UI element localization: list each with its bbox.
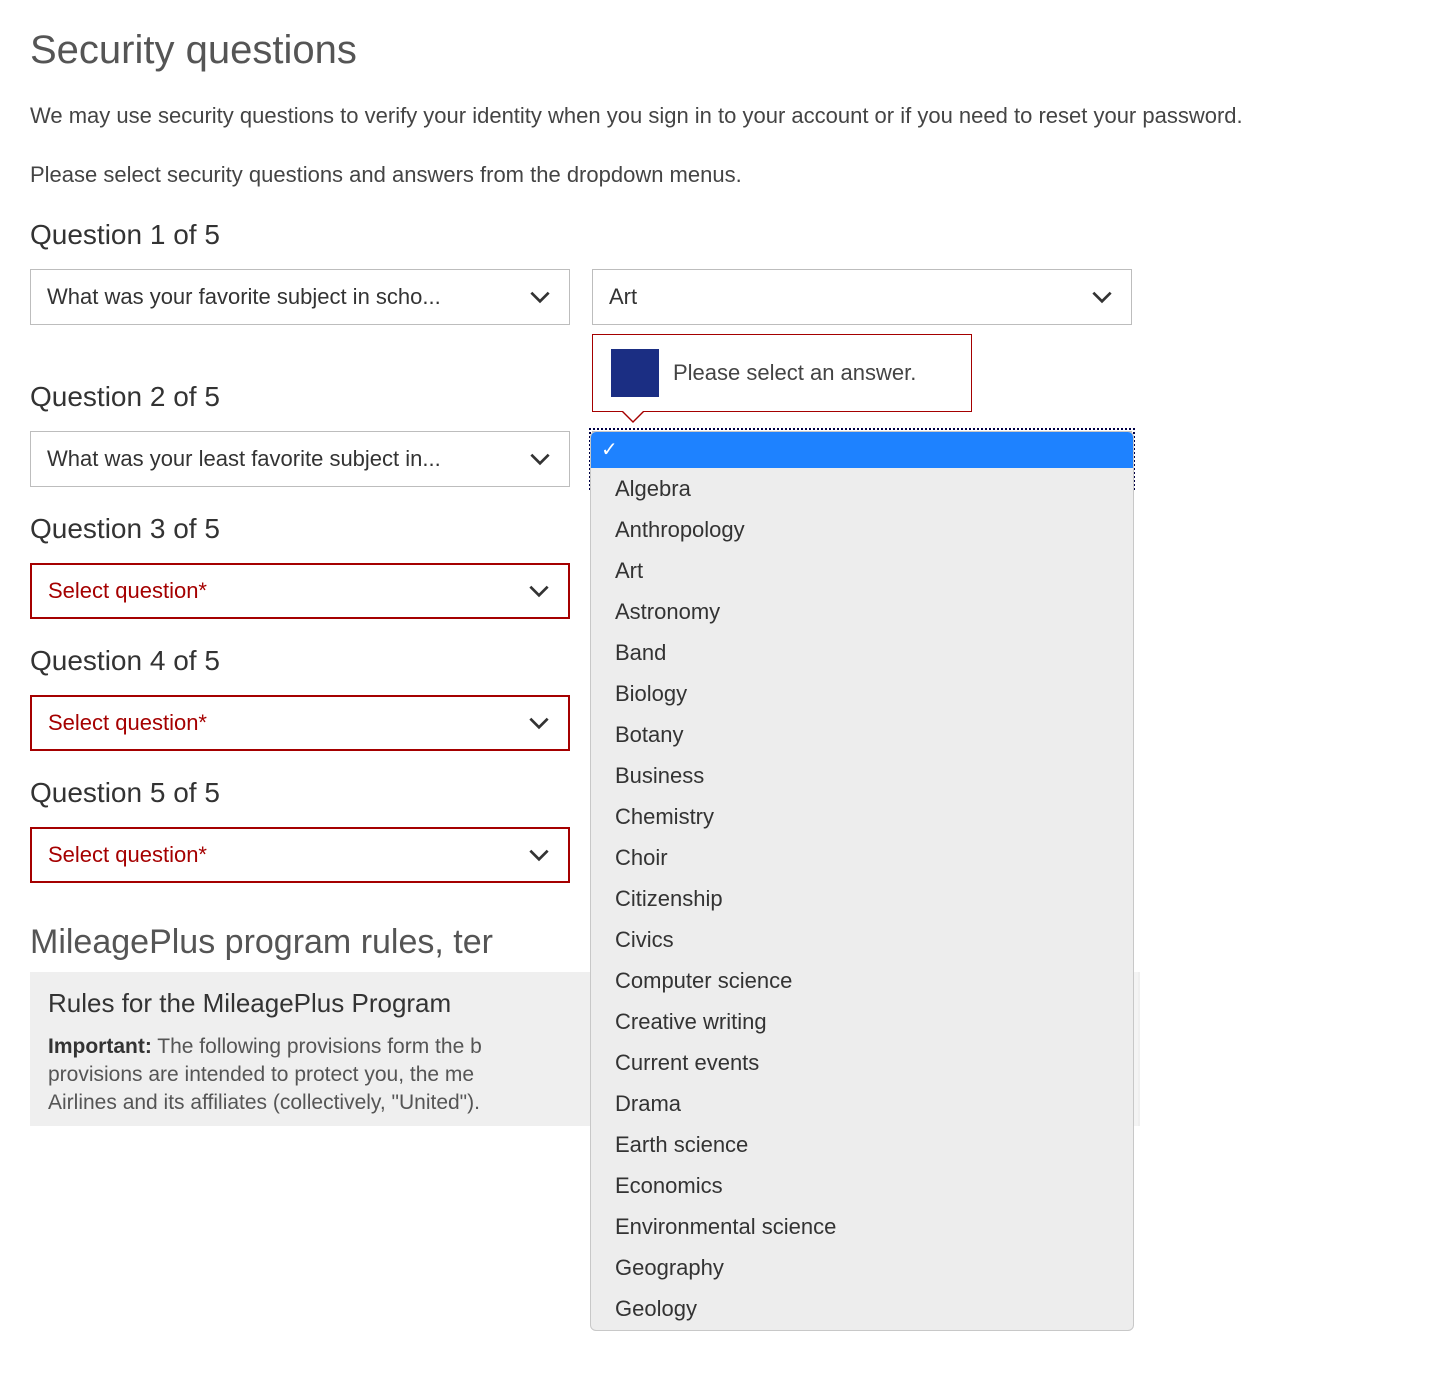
- option-item[interactable]: Band: [591, 632, 1133, 673]
- intro-text-2: Please select security questions and ans…: [30, 160, 1406, 191]
- check-icon: ✓: [601, 435, 618, 465]
- chevron-down-icon: [1089, 284, 1115, 310]
- option-item[interactable]: Chemistry: [591, 796, 1133, 837]
- question-4-select[interactable]: Select question*: [30, 695, 570, 751]
- tooltip-text: Please select an answer.: [673, 360, 916, 386]
- option-item[interactable]: Civics: [591, 919, 1133, 960]
- option-item[interactable]: Current events: [591, 1042, 1133, 1083]
- option-item[interactable]: Environmental science: [591, 1206, 1133, 1247]
- answer-1-select-label: Art: [609, 284, 1089, 310]
- intro-text-1: We may use security questions to verify …: [30, 101, 1406, 132]
- option-item[interactable]: Business: [591, 755, 1133, 796]
- answer-1-select[interactable]: Art: [592, 269, 1132, 325]
- question-1-select-label: What was your favorite subject in scho..…: [47, 284, 527, 310]
- option-item[interactable]: Computer science: [591, 960, 1133, 1001]
- answer-required-tooltip: Please select an answer.: [592, 334, 972, 412]
- chevron-down-icon: [526, 578, 552, 604]
- option-item[interactable]: Citizenship: [591, 878, 1133, 919]
- option-item[interactable]: Economics: [591, 1165, 1133, 1206]
- question-3-select[interactable]: Select question*: [30, 563, 570, 619]
- option-item[interactable]: Art: [591, 550, 1133, 591]
- option-item[interactable]: Geography: [591, 1247, 1133, 1288]
- option-item[interactable]: Biology: [591, 673, 1133, 714]
- question-4-select-label: Select question*: [48, 710, 526, 736]
- question-3-select-label: Select question*: [48, 578, 526, 604]
- chevron-down-icon: [527, 284, 553, 310]
- page-title: Security questions: [30, 28, 1406, 73]
- chevron-down-icon: [526, 710, 552, 736]
- chevron-down-icon: [527, 446, 553, 472]
- question-1-select[interactable]: What was your favorite subject in scho..…: [30, 269, 570, 325]
- question-5-select-label: Select question*: [48, 842, 526, 868]
- question-1-heading: Question 1 of 5: [30, 219, 1406, 251]
- chevron-down-icon: [526, 842, 552, 868]
- option-item[interactable]: Botany: [591, 714, 1133, 755]
- option-item[interactable]: Anthropology: [591, 509, 1133, 550]
- option-item[interactable]: Drama: [591, 1083, 1133, 1124]
- question-5-select[interactable]: Select question*: [30, 827, 570, 883]
- option-item[interactable]: Choir: [591, 837, 1133, 878]
- rules-important-label: Important:: [48, 1035, 152, 1058]
- option-item[interactable]: Earth science: [591, 1124, 1133, 1165]
- question-2-select-label: What was your least favorite subject in.…: [47, 446, 527, 472]
- option-blank-selected[interactable]: ✓: [591, 432, 1133, 468]
- option-item[interactable]: Geometry: [591, 1329, 1133, 1331]
- info-icon: [611, 349, 659, 397]
- option-item[interactable]: Astronomy: [591, 591, 1133, 632]
- option-item[interactable]: Algebra: [591, 468, 1133, 509]
- option-item[interactable]: Geology: [591, 1288, 1133, 1329]
- question-2-select[interactable]: What was your least favorite subject in.…: [30, 431, 570, 487]
- answer-2-options-popup[interactable]: ✓ AlgebraAnthropologyArtAstronomyBandBio…: [590, 431, 1134, 1331]
- option-item[interactable]: Creative writing: [591, 1001, 1133, 1042]
